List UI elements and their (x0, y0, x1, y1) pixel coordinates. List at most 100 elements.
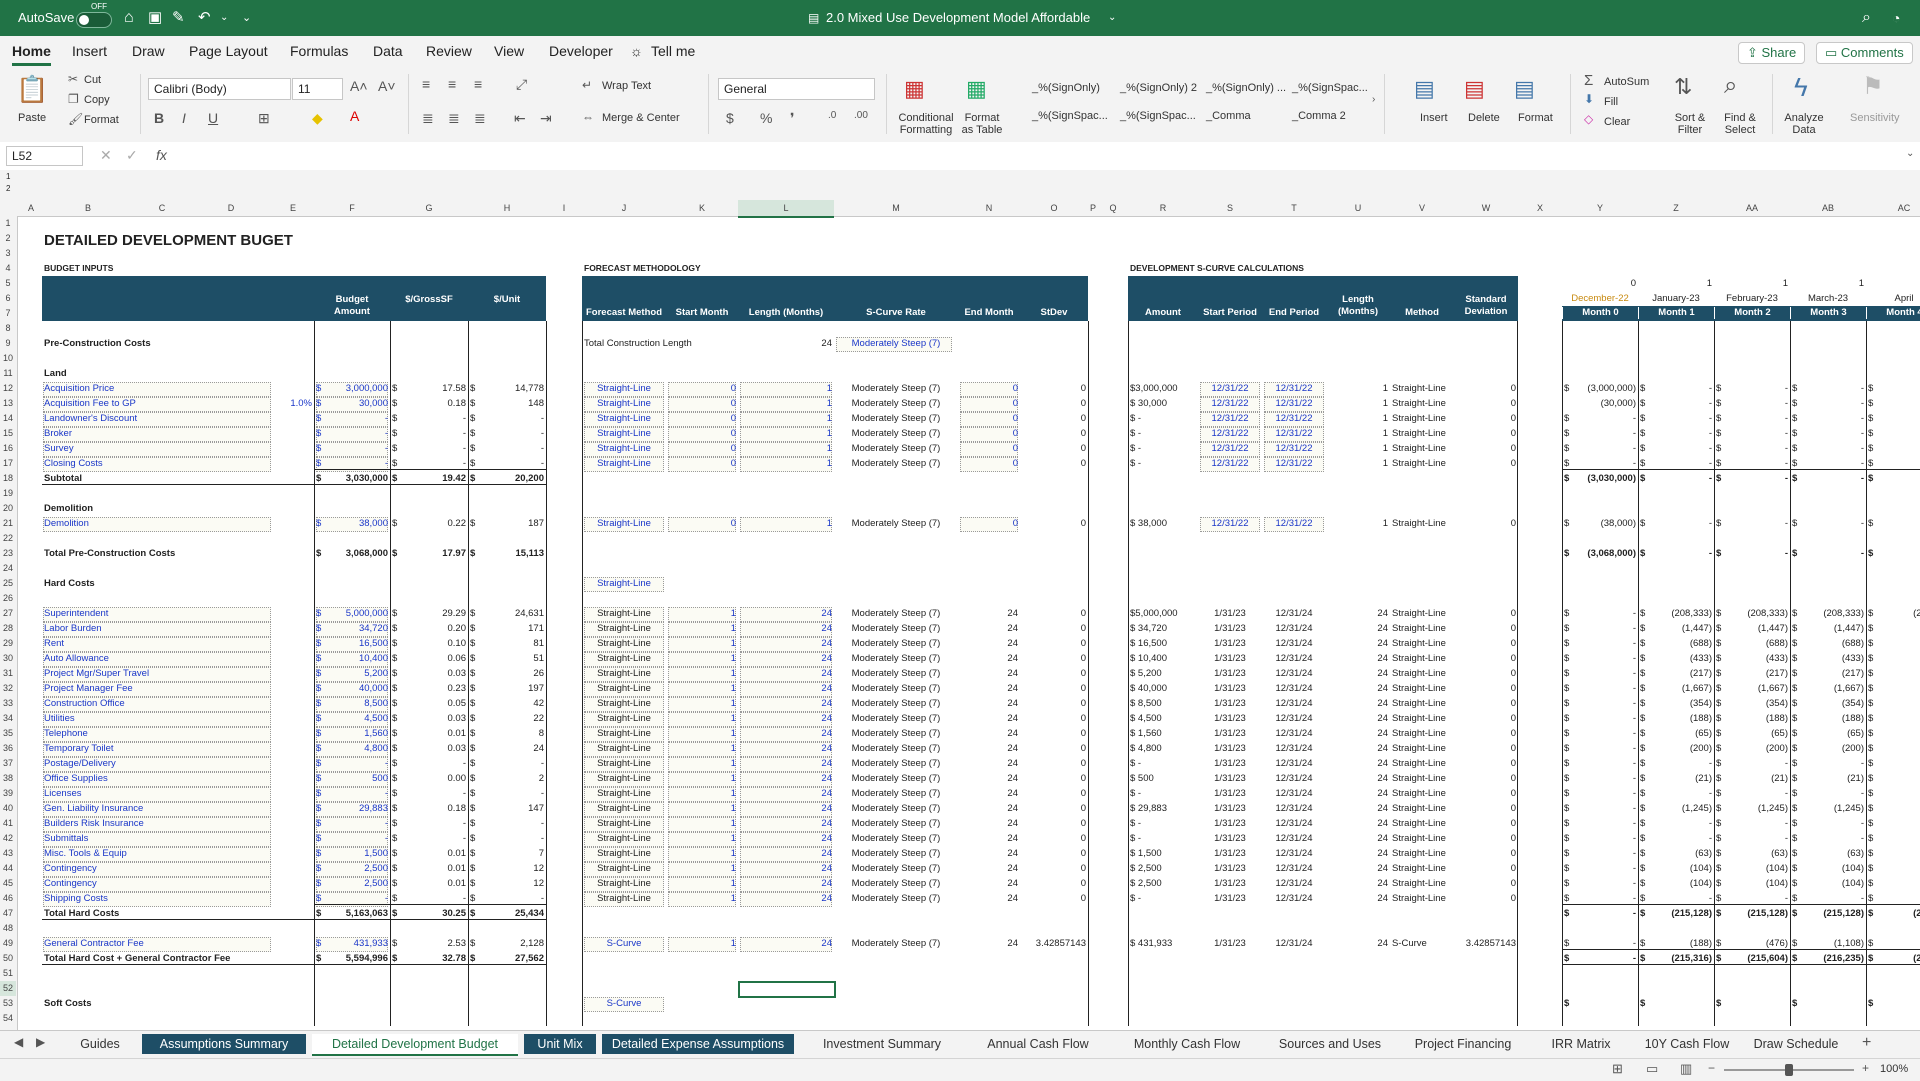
row37-month-4[interactable]: $ (1868, 756, 1920, 771)
row39-stdev[interactable]: 0 (1022, 786, 1086, 801)
row41-amount[interactable]: - (316, 816, 388, 831)
zoom-level[interactable]: 100% (1880, 1063, 1908, 1075)
row38-forecast-method[interactable]: Straight-Line (584, 771, 664, 786)
row14-end-period[interactable]: 12/31/22 (1264, 411, 1324, 426)
row45-amount[interactable]: 2,500 (316, 876, 388, 891)
row21-month-3[interactable]: $ - (1792, 516, 1864, 531)
row53-label[interactable]: Soft Costs (44, 996, 270, 1011)
row46-scurve-amount[interactable]: $ - (1130, 891, 1196, 906)
row42-start-period[interactable]: 1/31/23 (1200, 831, 1260, 846)
expand-formula-icon[interactable]: ⌄ (1906, 148, 1914, 159)
row45-label[interactable]: Contingency (44, 876, 270, 891)
row40-month-1[interactable]: $ (1,245) (1640, 801, 1712, 816)
row36-label[interactable]: Temporary Toilet (44, 741, 270, 756)
row41-stdev[interactable]: 0 (1022, 816, 1086, 831)
row44-scurve-method[interactable]: Straight-Line (1392, 861, 1452, 876)
row44-month-0[interactable]: $ - (1564, 861, 1636, 876)
format-painter-icon[interactable]: 🖌 (68, 112, 83, 126)
row34-gross-sf[interactable]: 0.03 (392, 711, 467, 726)
row46-scurve-rate[interactable]: Moderately Steep (7) (836, 891, 956, 906)
row37-per-unit[interactable]: - (470, 756, 544, 771)
row38-month-1[interactable]: $ (21) (1640, 771, 1712, 786)
row33-stdev[interactable]: 0 (1022, 696, 1086, 711)
row42-start-month[interactable]: 1 (668, 831, 736, 846)
row35-length-months[interactable]: 24 (740, 726, 832, 741)
column-header-ab[interactable]: AB (1790, 200, 1866, 216)
row14-start-month[interactable]: 0 (668, 411, 736, 426)
row13-amount[interactable]: 30,000 (316, 396, 388, 411)
row9-label[interactable]: Pre-Construction Costs (44, 336, 270, 351)
row43-month-0[interactable]: $ - (1564, 846, 1636, 861)
row14-month-2[interactable]: $ - (1716, 411, 1788, 426)
row13-start-month[interactable]: 0 (668, 396, 736, 411)
row23-month-0[interactable]: $ (3,068,000) (1564, 546, 1636, 561)
row34-month-1[interactable]: $ (188) (1640, 711, 1712, 726)
row15-standard-deviation[interactable]: 0 (1456, 426, 1516, 441)
row41-gross-sf[interactable]: - (392, 816, 466, 831)
row39-forecast-method[interactable]: Straight-Line (584, 786, 664, 801)
row43-stdev[interactable]: 0 (1022, 846, 1086, 861)
row42-end-month[interactable]: 24 (960, 831, 1018, 846)
row41-end-month[interactable]: 24 (960, 816, 1018, 831)
increase-decimal-icon[interactable]: .0 (828, 110, 836, 121)
row34-month-0[interactable]: $ - (1564, 711, 1636, 726)
row35-scurve-length[interactable]: 24 (1328, 726, 1388, 741)
prev-sheet-icon[interactable]: ◀ (14, 1035, 23, 1049)
row41-end-period[interactable]: 12/31/24 (1264, 816, 1324, 831)
row36-end-month[interactable]: 24 (960, 741, 1018, 756)
row44-standard-deviation[interactable]: 0 (1456, 861, 1516, 876)
row17-scurve-rate[interactable]: Moderately Steep (7) (836, 456, 956, 471)
row39-month-4[interactable]: $ (1868, 786, 1920, 801)
row28-month-3[interactable]: $ (1,447) (1792, 621, 1864, 636)
row27-month-0[interactable]: $ - (1564, 606, 1636, 621)
total-construction-length-value[interactable]: 24 (740, 336, 832, 351)
italic-icon[interactable]: I (182, 110, 186, 126)
row31-gross-sf[interactable]: 0.03 (392, 666, 467, 681)
row21-start-period[interactable]: 12/31/22 (1200, 516, 1260, 531)
column-header-t[interactable]: T (1262, 200, 1326, 216)
row35-forecast-method[interactable]: Straight-Line (584, 726, 664, 741)
row30-end-period[interactable]: 12/31/24 (1264, 651, 1324, 666)
row42-scurve-length[interactable]: 24 (1328, 831, 1388, 846)
row42-month-0[interactable]: $ - (1564, 831, 1636, 846)
row42-scurve-amount[interactable]: $ - (1130, 831, 1196, 846)
row33-month-2[interactable]: $ (354) (1716, 696, 1788, 711)
row38-scurve-length[interactable]: 24 (1328, 771, 1388, 786)
row42-scurve-method[interactable]: Straight-Line (1392, 831, 1452, 846)
row12-scurve-amount[interactable]: $3,000,000 (1130, 381, 1196, 396)
row29-month-4[interactable]: $(6 (1868, 636, 1920, 651)
share-button[interactable]: ⇪ Share (1738, 42, 1806, 64)
row15-month-1[interactable]: $ - (1640, 426, 1712, 441)
row32-scurve-length[interactable]: 24 (1328, 681, 1388, 696)
row34-scurve-amount[interactable]: $ 4,500 (1130, 711, 1196, 726)
row15-label[interactable]: Broker (44, 426, 270, 441)
tab-insert[interactable]: Insert (72, 36, 107, 66)
row49-stdev[interactable]: 3.42857143 (1022, 936, 1086, 951)
row49-amount[interactable]: 431,933 (316, 936, 388, 951)
row31-standard-deviation[interactable]: 0 (1456, 666, 1516, 681)
sensitivity-icon[interactable]: ⚑ (1862, 72, 1884, 101)
row33-scurve-rate[interactable]: Moderately Steep (7) (836, 696, 956, 711)
row30-end-month[interactable]: 24 (960, 651, 1018, 666)
row21-end-period[interactable]: 12/31/22 (1264, 516, 1324, 531)
row28-per-unit[interactable]: 171 (470, 621, 544, 636)
row39-end-period[interactable]: 12/31/24 (1264, 786, 1324, 801)
row28-length-months[interactable]: 24 (740, 621, 832, 636)
zoom-slider[interactable] (1724, 1064, 1854, 1076)
column-header-ac[interactable]: AC (1866, 200, 1920, 216)
font-color-icon[interactable]: A (350, 108, 359, 124)
row41-month-4[interactable]: $ (1868, 816, 1920, 831)
row12-per-unit[interactable]: 14,778 (470, 381, 544, 396)
row44-month-2[interactable]: $ (104) (1716, 861, 1788, 876)
row23-amount[interactable]: 3,068,000 (316, 546, 388, 561)
align-center-icon[interactable]: ≣ (448, 110, 460, 127)
row39-month-0[interactable]: $ - (1564, 786, 1636, 801)
row21-length-months[interactable]: 1 (740, 516, 832, 531)
row28-amount[interactable]: 34,720 (316, 621, 388, 636)
row38-scurve-rate[interactable]: Moderately Steep (7) (836, 771, 956, 786)
row41-forecast-method[interactable]: Straight-Line (584, 816, 664, 831)
row13-month-3[interactable]: $ - (1792, 396, 1864, 411)
row17-start-month[interactable]: 0 (668, 456, 736, 471)
row35-scurve-rate[interactable]: Moderately Steep (7) (836, 726, 956, 741)
format-cells-button[interactable]: Format (1518, 112, 1553, 124)
